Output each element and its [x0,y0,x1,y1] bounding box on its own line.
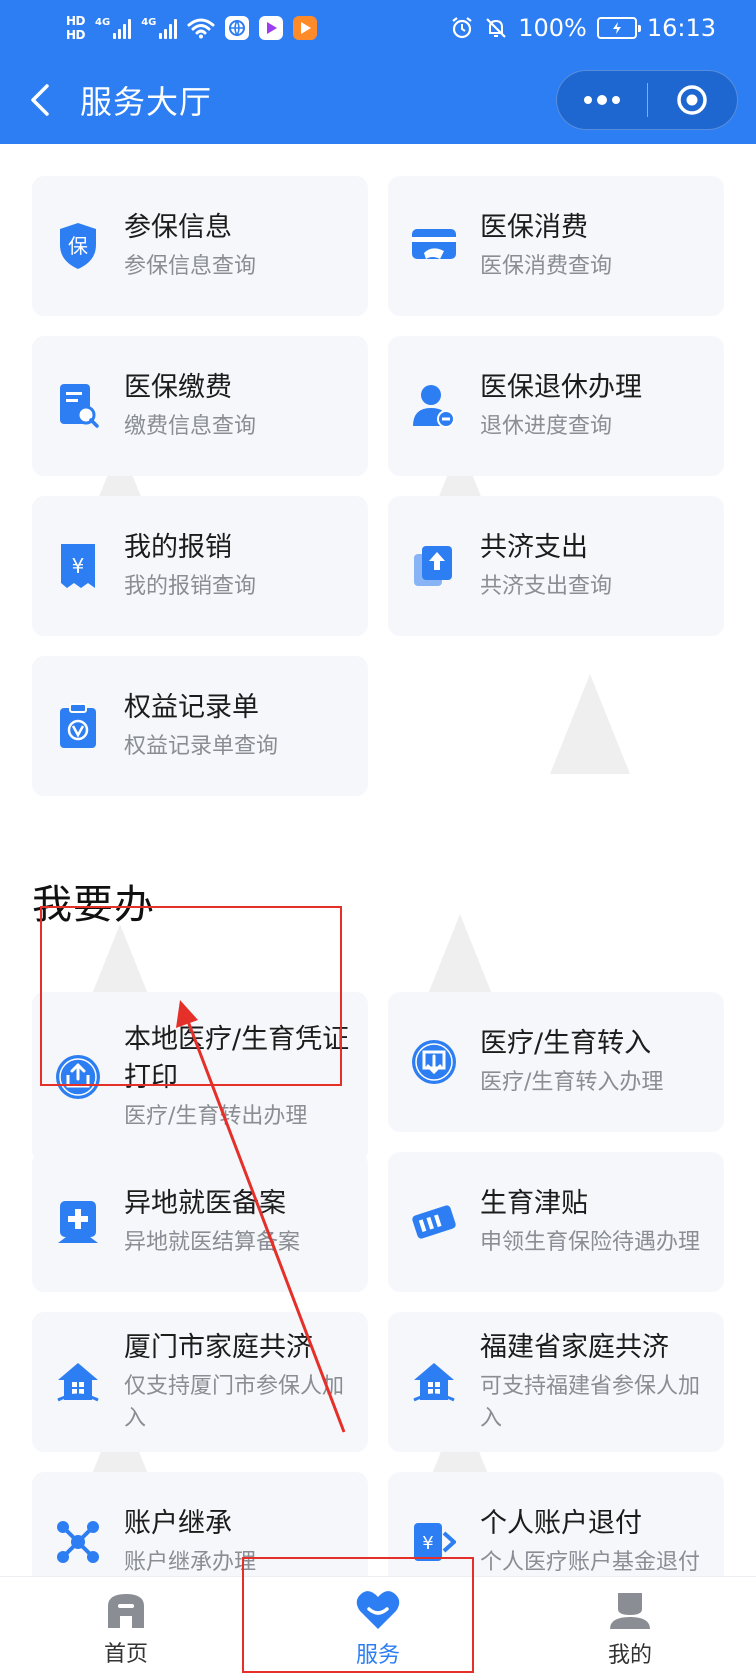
network-label-2: 4G [141,17,157,28]
battery-icon [596,17,641,39]
card-subtitle: 异地就医结算备案 [124,1230,301,1255]
card-title: 厦门市家庭共济 [124,1332,313,1363]
chevron-left-icon [31,84,49,116]
document-search-icon [52,380,104,432]
network-icon [52,1516,104,1568]
tab-home[interactable]: 首页 [0,1577,252,1680]
card-icon [408,220,460,272]
card-subtitle: 申领生育保险待遇办理 [480,1230,701,1255]
status-bar: HD HD 4G 4G 100% 16:13 [0,0,756,56]
tab-label: 我的 [607,1642,652,1668]
service-hall-content: 保 参保信息 参保信息查询 医保消费 医保消费查询 医保缴费 缴费信息查询 医保… [0,144,756,1576]
app-notification-icon-video [259,16,284,40]
card-subtitle: 退休进度查询 [480,414,613,439]
card-my-reimbursement[interactable]: ¥ 我的报销 我的报销查询 [32,496,368,636]
bottom-tab-bar: 首页 服务 我的 [0,1557,756,1680]
yuan-ticket-icon: ¥ [52,540,104,592]
mini-program-capsule [556,70,738,130]
annotation-tab-highlight-box [242,1557,474,1673]
card-subtitle: 可支持福建省参保人加入 [480,1374,701,1431]
card-transfer-in[interactable]: 医疗/生育转入 医疗/生育转入办理 [388,992,724,1132]
yuan-icon-text: ¥ [72,554,85,578]
close-miniprogram-button[interactable] [648,71,738,129]
wifi-icon [187,18,215,39]
signal-icon-2: 4G [141,17,178,39]
upload-stack-icon [408,540,460,592]
hd-indicator: HD HD [66,14,86,42]
card-subtitle: 缴费信息查询 [124,414,257,439]
user-icon [610,1592,650,1629]
watermark-logo-icon [550,674,630,774]
medical-bag-icon [52,1196,104,1248]
card-subtitle: 医疗/生育转出办理 [124,1104,308,1129]
card-subtitle: 医保消费查询 [480,254,613,279]
card-rights-record[interactable]: 权益记录单 权益记录单查询 [32,656,368,796]
network-label-1: 4G [95,17,111,28]
tab-mine[interactable]: 我的 [504,1577,756,1680]
home-icon [108,1593,144,1628]
card-mutual-expense[interactable]: 共济支出 共济支出查询 [388,496,724,636]
signal-icon: 4G [95,17,132,39]
card-subtitle: 权益记录单查询 [124,734,279,759]
card-insurance-info[interactable]: 保 参保信息 参保信息查询 [32,176,368,316]
house-icon [408,1356,460,1408]
app-notification-icon-player [293,16,318,40]
card-subtitle: 个人医疗账户基金退付 [480,1550,701,1575]
back-button[interactable] [0,56,80,144]
card-title: 参保信息 [124,212,232,243]
card-xiamen-family-mutual[interactable]: 厦门市家庭共济 仅支持厦门市参保人加入 [32,1312,368,1452]
shield-icon-text: 保 [68,234,88,258]
card-title: 医保退休办理 [480,372,642,403]
card-fujian-family-mutual[interactable]: 福建省家庭共济 可支持福建省参保人加入 [388,1312,724,1452]
card-title: 生育津贴 [480,1188,588,1219]
card-title: 权益记录单 [124,692,259,723]
target-circle-icon [677,85,707,115]
page-title: 服务大厅 [80,83,213,121]
annotation-highlight-box [40,906,342,1086]
refund-yuan-text: ¥ [422,1533,433,1554]
card-title: 异地就医备案 [124,1188,286,1219]
card-title: 账户继承 [124,1508,232,1539]
more-dots-icon [583,95,620,105]
card-maternity-allowance[interactable]: 生育津贴 申领生育保险待遇办理 [388,1152,724,1292]
card-remote-medical-filing[interactable]: 异地就医备案 异地就医结算备案 [32,1152,368,1292]
card-title: 共济支出 [480,532,588,563]
card-subtitle: 医疗/生育转入办理 [480,1070,664,1095]
card-subtitle: 参保信息查询 [124,254,257,279]
card-title: 福建省家庭共济 [480,1332,669,1363]
ticket-icon [408,1196,460,1248]
user-minus-icon [408,380,460,432]
clipboard-check-icon [52,700,104,752]
app-notification-icon-browser [225,16,250,40]
import-circle-icon [408,1036,460,1088]
card-title: 医保缴费 [124,372,232,403]
card-title: 医保消费 [480,212,588,243]
hd-label-1: HD [66,14,86,28]
tab-label: 首页 [103,1641,148,1667]
card-title: 我的报销 [124,532,232,563]
more-button[interactable] [557,71,647,129]
hd-label-2: HD [66,28,86,42]
mute-bell-icon [486,18,506,38]
card-retirement[interactable]: 医保退休办理 退休进度查询 [388,336,724,476]
card-subtitle: 共济支出查询 [480,574,613,599]
card-title: 医疗/生育转入 [480,1028,652,1059]
card-title: 个人账户退付 [480,1508,642,1539]
shield-icon: 保 [52,220,104,272]
card-subtitle: 仅支持厦门市参保人加入 [124,1374,345,1431]
battery-percent: 100% [518,14,587,42]
card-subtitle: 我的报销查询 [124,574,257,599]
clock: 16:13 [646,14,716,42]
nav-bar: 服务大厅 [0,56,756,144]
card-insurance-payment[interactable]: 医保缴费 缴费信息查询 [32,336,368,476]
card-insurance-consumption[interactable]: 医保消费 医保消费查询 [388,176,724,316]
alarm-icon [452,17,472,39]
house-icon [52,1356,104,1408]
